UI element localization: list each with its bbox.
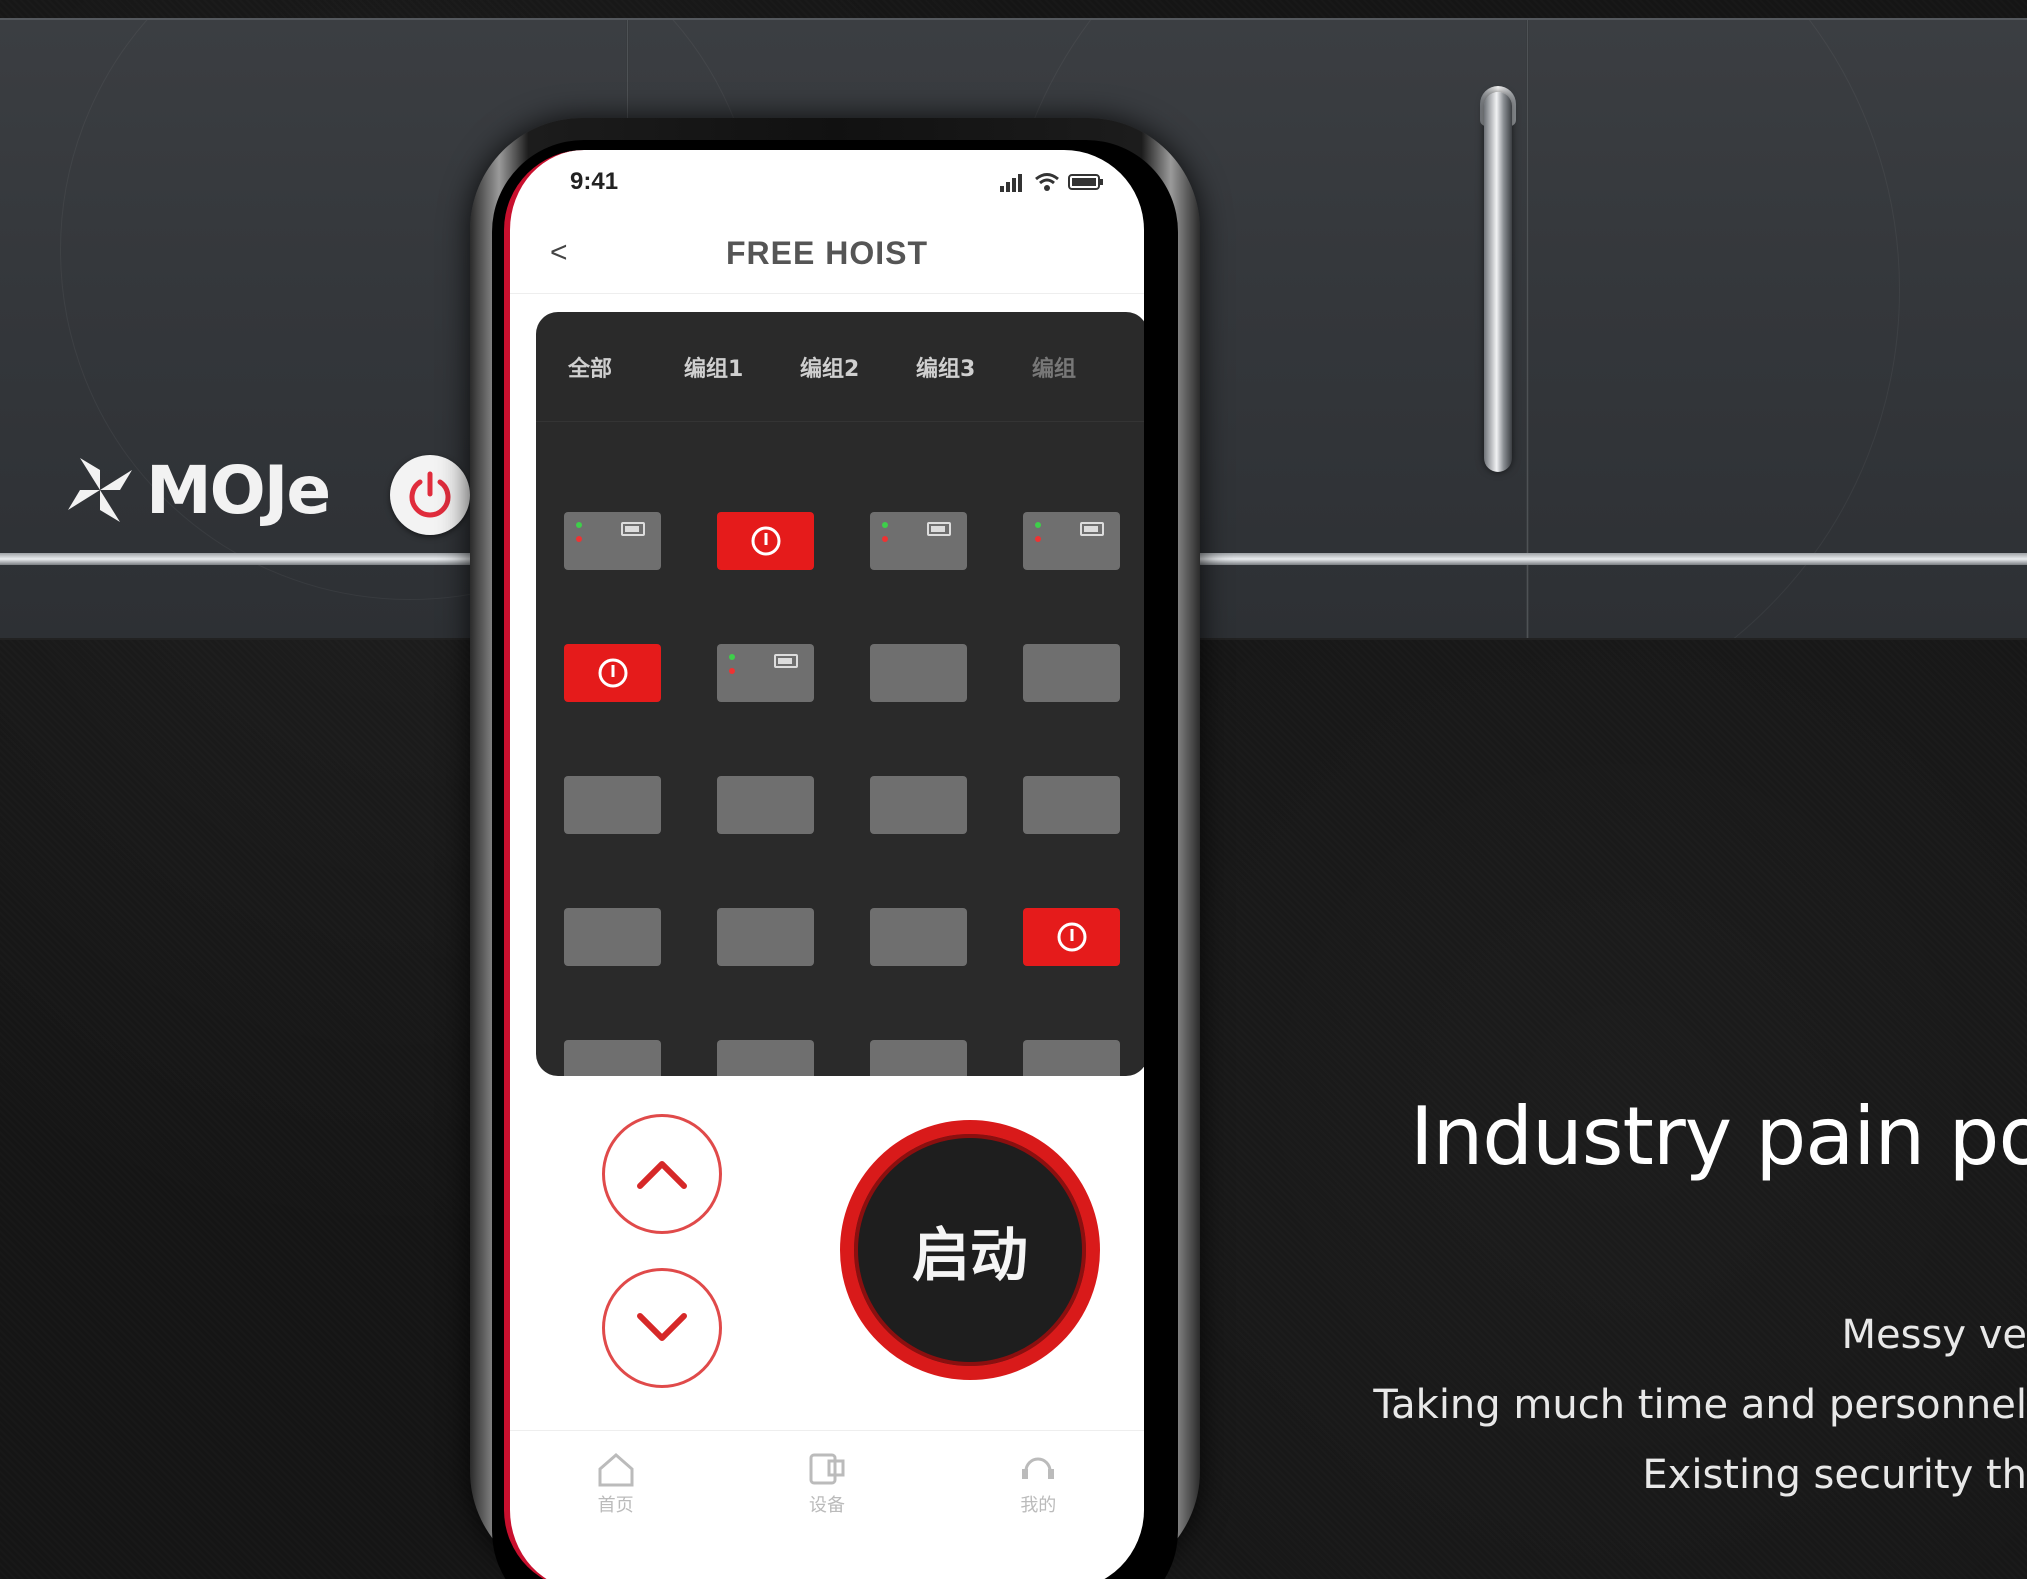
status-led-icon: [882, 536, 888, 542]
group-tabs: 全部 编组1 编组2 编组3 编组: [536, 312, 1144, 422]
tabbar-home[interactable]: 首页: [556, 1451, 676, 1517]
pain-point-3: Existing security th: [1642, 1452, 2027, 1498]
hoist-cell-empty[interactable]: [564, 1040, 661, 1076]
hoist-cell-alarm[interactable]: [717, 512, 814, 570]
hoist-cell-alarm[interactable]: [1023, 908, 1120, 966]
hoist-cell-empty[interactable]: [1023, 1040, 1120, 1076]
hoist-cell-battery[interactable]: [717, 644, 814, 702]
tabbar-device[interactable]: 设备: [767, 1451, 887, 1517]
battery-icon: [1080, 522, 1104, 536]
status-bar: 9:41: [510, 150, 1144, 214]
battery-icon: [621, 522, 645, 536]
status-led-icon: [1035, 536, 1041, 542]
profile-icon: [1022, 1457, 1055, 1479]
power-icon: [409, 471, 451, 518]
hoist-cell-empty[interactable]: [870, 1040, 967, 1076]
battery-icon: [1068, 174, 1103, 190]
hoist-cell-battery[interactable]: [870, 512, 967, 570]
device-handle: [1484, 92, 1512, 472]
status-led-icon: [1035, 522, 1041, 528]
logo-mark-icon: [68, 458, 132, 522]
raise-button[interactable]: [602, 1114, 722, 1234]
stage: MOJe 9:41 < FREE HOIST 全部 编组1 编组2 编组3 编组…: [0, 0, 2027, 1579]
signal-icon: [1000, 174, 1022, 192]
status-led-icon: [576, 522, 582, 528]
pain-points: Messy ve Taking much time and personnel …: [1373, 1300, 2027, 1510]
hoist-cell-battery[interactable]: [1023, 512, 1120, 570]
headline: Industry pain poin: [1410, 1090, 2027, 1183]
hoist-grid: [564, 512, 1120, 1076]
chevron-up-icon: [637, 1161, 687, 1189]
lower-button[interactable]: [602, 1268, 722, 1388]
status-led-icon: [576, 536, 582, 542]
alarm-icon: [598, 658, 627, 688]
hoist-cell-empty[interactable]: [870, 908, 967, 966]
device-icon: [809, 1453, 845, 1485]
hoist-cell-empty[interactable]: [564, 776, 661, 834]
status-led-icon: [729, 668, 735, 674]
brand-logo: MOJe: [60, 450, 331, 530]
device-power-button[interactable]: [390, 455, 470, 535]
hoist-cell-empty[interactable]: [564, 908, 661, 966]
hoist-cell-empty[interactable]: [717, 776, 814, 834]
hoist-cell-alarm[interactable]: [564, 644, 661, 702]
alarm-icon: [1057, 922, 1086, 952]
hoist-cell-empty[interactable]: [1023, 644, 1120, 702]
status-time: 9:41: [570, 168, 619, 195]
bottom-tab-bar: 首页 设备 我的: [510, 1430, 1144, 1540]
tabbar-device-label: 设备: [808, 1495, 845, 1516]
hoist-cell-empty[interactable]: [717, 1040, 814, 1076]
pain-point-2: Taking much time and personnel: [1373, 1382, 2027, 1428]
back-button[interactable]: <: [550, 236, 568, 270]
battery-icon: [774, 654, 798, 668]
tabbar-home-label: 首页: [597, 1495, 634, 1516]
page-title: FREE HOIST: [725, 235, 928, 271]
status-led-icon: [729, 654, 735, 660]
wifi-icon: [1035, 173, 1059, 191]
chevron-down-icon: [637, 1313, 687, 1341]
hoist-cell-empty[interactable]: [870, 776, 967, 834]
tab-group-2[interactable]: 编组2: [800, 351, 916, 383]
app-screen: 9:41 < FREE HOIST 全部 编组1 编组2 编组3 编组 启动 首…: [504, 150, 1144, 1579]
alarm-icon: [751, 526, 780, 556]
tab-group-3[interactable]: 编组3: [916, 351, 1032, 383]
tab-group-1[interactable]: 编组1: [684, 351, 800, 383]
hoist-cell-empty[interactable]: [1023, 776, 1120, 834]
tabbar-profile[interactable]: 我的: [978, 1451, 1098, 1517]
tab-all[interactable]: 全部: [568, 351, 684, 383]
hoist-cell-empty[interactable]: [717, 908, 814, 966]
start-button[interactable]: 启动: [840, 1120, 1100, 1380]
brand-name: MOJe: [146, 451, 331, 529]
tab-group-4[interactable]: 编组: [1032, 351, 1144, 383]
status-icons: [1000, 172, 1104, 192]
hoist-cell-empty[interactable]: [870, 644, 967, 702]
status-led-icon: [882, 522, 888, 528]
hoist-panel: 全部 编组1 编组2 编组3 编组: [536, 312, 1144, 1076]
home-icon: [598, 1453, 634, 1487]
phone-mockup: 9:41 < FREE HOIST 全部 编组1 编组2 编组3 编组 启动 首…: [470, 118, 1200, 1579]
hoist-cell-battery[interactable]: [564, 512, 661, 570]
pain-point-1: Messy ve: [1841, 1312, 2027, 1358]
battery-icon: [927, 522, 951, 536]
tabbar-profile-label: 我的: [1020, 1495, 1057, 1516]
nav-bar: < FREE HOIST: [510, 214, 1144, 294]
